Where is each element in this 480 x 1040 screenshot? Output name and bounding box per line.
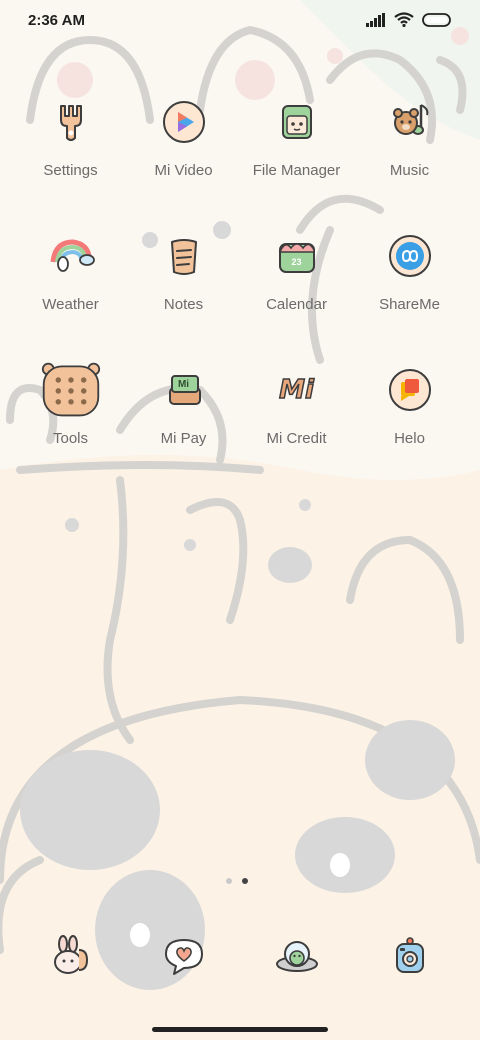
dock — [14, 928, 466, 984]
app-weather[interactable]: Weather — [14, 226, 127, 360]
app-shareme[interactable]: ShareMe — [353, 226, 466, 360]
music-icon — [380, 92, 440, 152]
notes-icon — [154, 226, 214, 286]
app-label: Music — [389, 162, 430, 179]
app-helo[interactable]: Helo — [353, 360, 466, 494]
tools-folder-icon — [41, 360, 101, 420]
browser-dino-icon — [269, 928, 325, 984]
file-manager-icon — [267, 92, 327, 152]
settings-icon — [41, 92, 101, 152]
app-label: ShareMe — [379, 296, 440, 313]
app-label: Calendar — [266, 296, 327, 313]
dock-messages[interactable] — [127, 928, 240, 984]
app-label: Tools — [52, 430, 89, 447]
page-dot-1[interactable] — [226, 878, 232, 884]
app-label: Mi Video — [154, 162, 213, 179]
app-grid: Settings Mi Video File Manager Music Wea… — [14, 92, 466, 494]
mi-credit-glyph: Mi — [278, 374, 314, 406]
signal-icon — [366, 12, 385, 27]
app-label: Helo — [394, 430, 425, 447]
app-settings[interactable]: Settings — [14, 92, 127, 226]
shareme-icon — [380, 226, 440, 286]
messages-heart-icon — [156, 928, 212, 984]
app-label: Notes — [163, 296, 204, 313]
app-label: Mi Pay — [160, 430, 207, 447]
mi-pay-glyph: Mi — [177, 379, 190, 390]
app-label: Settings — [43, 162, 98, 179]
mi-pay-icon: Mi — [154, 360, 214, 420]
phone-bunny-icon — [43, 928, 99, 984]
calendar-date: 23 — [291, 257, 302, 267]
app-tools-folder[interactable]: Tools — [14, 360, 127, 494]
dock-phone[interactable] — [14, 928, 127, 984]
home-indicator[interactable] — [152, 1027, 328, 1032]
mi-credit-icon: Mi — [267, 360, 327, 420]
page-indicator — [226, 878, 248, 884]
app-file-manager[interactable]: File Manager — [240, 92, 353, 226]
app-label: Weather — [42, 296, 99, 313]
wifi-icon — [394, 12, 414, 27]
helo-icon — [380, 360, 440, 420]
camera-icon — [382, 928, 438, 984]
app-notes[interactable]: Notes — [127, 226, 240, 360]
calendar-icon: 23 — [267, 226, 327, 286]
status-bar: 2:36 AM — [0, 0, 480, 44]
app-label: File Manager — [252, 162, 341, 179]
app-mi-credit[interactable]: Mi Mi Credit — [240, 360, 353, 494]
dock-browser[interactable] — [240, 928, 353, 984]
page-dot-2-active[interactable] — [242, 878, 248, 884]
dock-camera[interactable] — [353, 928, 466, 984]
weather-icon — [41, 226, 101, 286]
status-time: 2:36 AM — [28, 12, 85, 29]
app-music[interactable]: Music — [353, 92, 466, 226]
app-calendar[interactable]: 23 Calendar — [240, 226, 353, 360]
app-label: Mi Credit — [266, 430, 327, 447]
status-icons — [366, 12, 452, 27]
app-mi-video[interactable]: Mi Video — [127, 92, 240, 226]
app-mi-pay[interactable]: Mi Mi Pay — [127, 360, 240, 494]
battery-icon — [422, 12, 451, 27]
mi-video-icon — [154, 92, 214, 152]
